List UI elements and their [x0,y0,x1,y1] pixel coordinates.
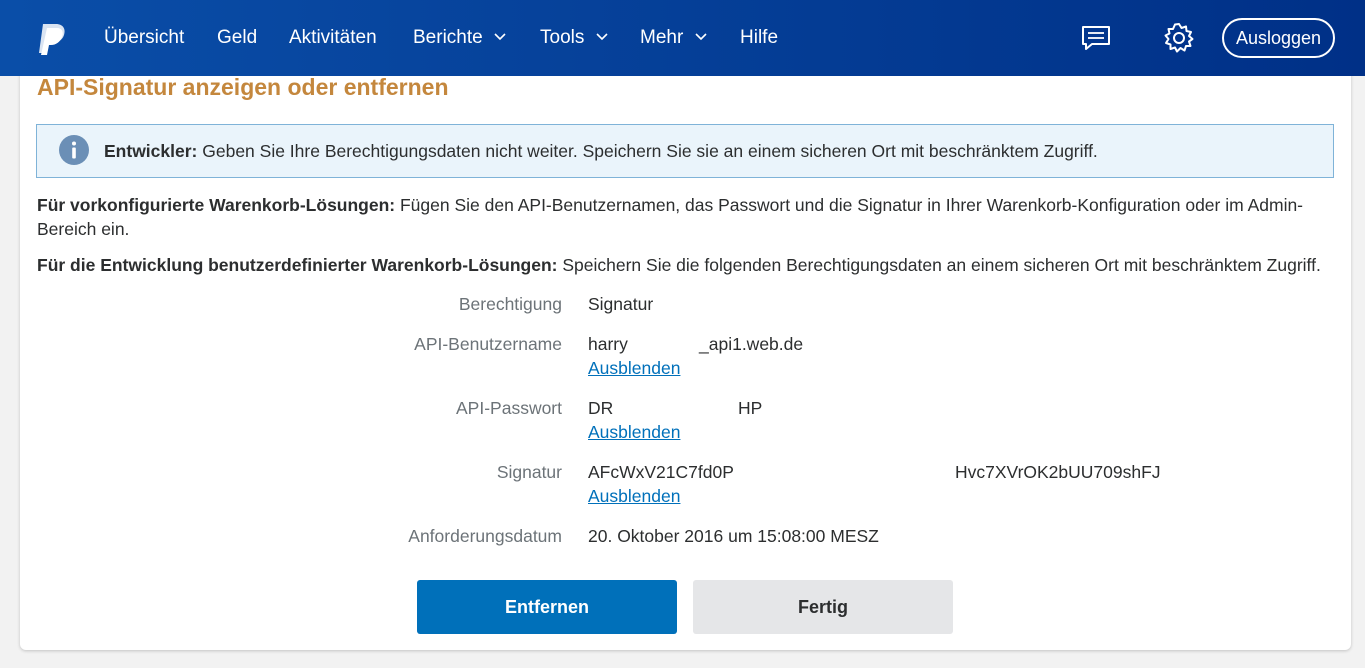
custom-cart-label: Für die Entwicklung benutzerdefinierter … [37,255,558,275]
signature-label: Signatur [496,462,562,482]
page-title: API-Signatur anzeigen oder entfernen [37,74,449,100]
nav-money-label: Geld [217,27,258,48]
prebuilt-cart-label: Für vorkonfigurierte Warenkorb-Lösungen: [37,195,396,215]
alert-message: Entwickler: Geben Sie Ihre Berechtigungs… [104,141,1098,162]
api-username-value-start: harry [588,334,628,354]
hide-password-link[interactable]: Ausblenden [588,422,680,443]
api-password-value-start: DR [588,398,614,418]
permission-label: Berechtigung [458,294,562,314]
custom-cart-text: Speichern Sie die folgenden Berechtigung… [557,255,1321,275]
nav-overview[interactable]: Übersicht [104,26,184,50]
signature-value-start: AFcWxV21C7fd0P [588,462,734,482]
nav-reports[interactable]: Berichte [413,26,506,50]
api-username-value-end: _api1.web.de [699,334,804,354]
settings-gear-icon[interactable] [1163,22,1195,54]
message-center-icon[interactable] [1080,24,1112,52]
nav-tools[interactable]: Tools [540,26,608,50]
api-password-label: API-Passwort [456,398,562,418]
done-button-label: Fertig [797,596,848,617]
chevron-down-icon [596,33,608,41]
nav-tools-label: Tools [540,27,585,48]
custom-cart-instructions: Für die Entwicklung benutzerdefinierter … [37,253,1337,277]
info-icon [59,135,89,165]
nav-money[interactable]: Geld [217,26,257,50]
developer-alert: Entwickler: Geben Sie Ihre Berechtigungs… [36,124,1334,178]
nav-help[interactable]: Hilfe [740,26,778,50]
hide-username-link[interactable]: Ausblenden [588,358,680,379]
paypal-logo[interactable] [34,22,68,56]
remove-button[interactable]: Entfernen [417,580,677,634]
hide-signature-link[interactable]: Ausblenden [588,486,680,507]
permission-value: Signatur [588,294,654,314]
alert-label: Entwickler: [104,141,198,161]
nav-reports-label: Berichte [413,27,483,48]
done-button[interactable]: Fertig [693,580,953,634]
nav-more[interactable]: Mehr [640,26,707,50]
prebuilt-cart-instructions: Für vorkonfigurierte Warenkorb-Lösungen:… [37,193,1337,241]
nav-activities[interactable]: Aktivitäten [289,26,377,50]
top-navigation: Übersicht Geld Aktivitäten Berichte Tool… [0,0,1365,76]
nav-activities-label: Aktivitäten [289,27,377,48]
signature-value-end: Hvc7XVrOK2bUU709shFJ [955,462,1161,482]
alert-text: Geben Sie Ihre Berechtigungsdaten nicht … [197,141,1098,161]
request-date-value: 20. Oktober 2016 um 15:08:00 MESZ [588,526,879,546]
nav-overview-label: Übersicht [104,27,185,48]
api-password-value-end: HP [738,398,763,418]
nav-more-label: Mehr [640,27,684,48]
chevron-down-icon [494,33,506,41]
remove-button-label: Entfernen [504,596,589,617]
nav-help-label: Hilfe [740,27,779,48]
api-username-label: API-Benutzername [414,334,562,354]
logout-button[interactable]: Ausloggen [1222,18,1335,58]
request-date-label: Anforderungsdatum [408,526,562,546]
logout-button-label: Ausloggen [1235,28,1322,48]
chevron-down-icon [695,33,707,41]
